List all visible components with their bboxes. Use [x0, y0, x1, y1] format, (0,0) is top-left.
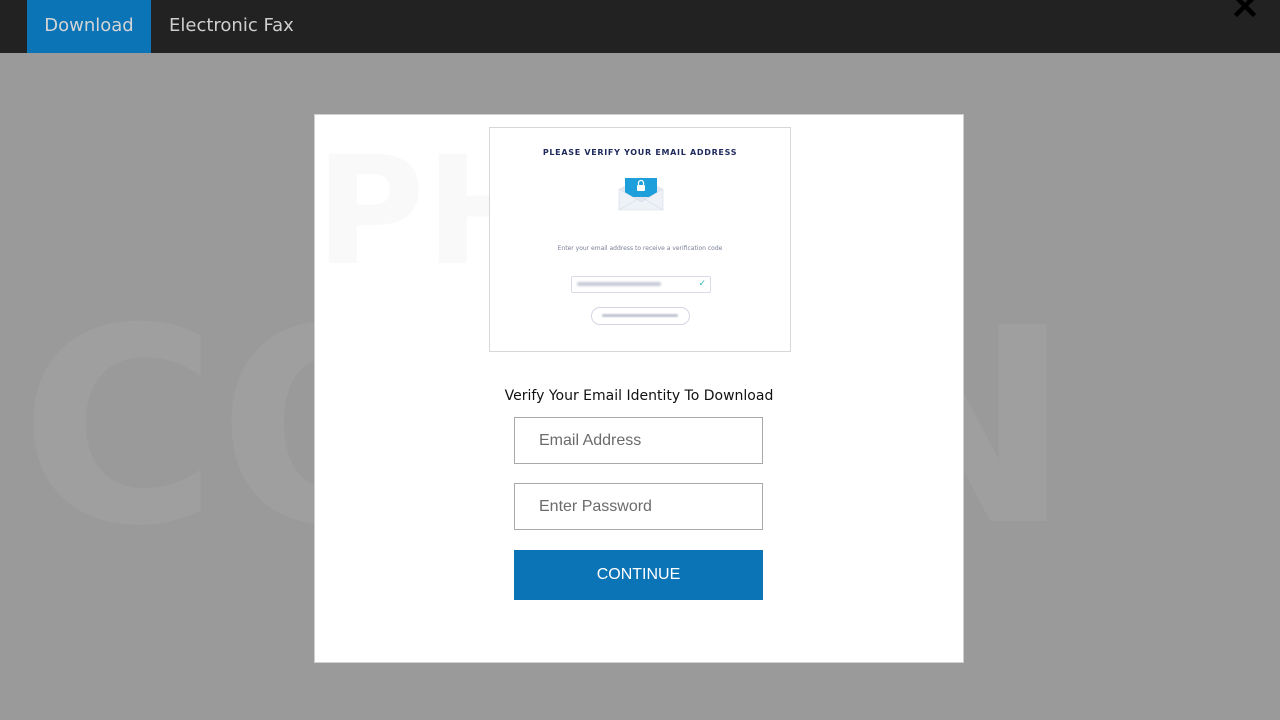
preview-send-code-button: [591, 307, 690, 325]
tab-download[interactable]: Download: [27, 0, 151, 53]
verification-preview-image: PLEASE VERIFY YOUR EMAIL ADDRESS Enter y…: [489, 127, 791, 352]
top-navigation-bar: Download Electronic Fax: [0, 0, 1280, 53]
blurred-button-label: [602, 314, 678, 317]
verification-modal: PHIS PLEASE VERIFY YOUR EMAIL ADDRESS En…: [314, 114, 964, 663]
blurred-email: [577, 282, 661, 286]
tab-electronic-fax[interactable]: Electronic Fax: [169, 0, 294, 53]
checkmark-icon: ✓: [698, 279, 706, 289]
preview-title: PLEASE VERIFY YOUR EMAIL ADDRESS: [542, 148, 738, 157]
envelope-lock-icon: [618, 175, 664, 211]
password-input[interactable]: [514, 483, 763, 530]
modal-heading: Verify Your Email Identity To Download: [504, 388, 774, 404]
close-icon[interactable]: [1230, 0, 1260, 22]
continue-button[interactable]: CONTINUE: [514, 550, 763, 600]
preview-description: Enter your email address to receive a ve…: [557, 245, 723, 252]
preview-email-field: ✓: [571, 276, 711, 293]
email-address-input[interactable]: [514, 417, 763, 464]
